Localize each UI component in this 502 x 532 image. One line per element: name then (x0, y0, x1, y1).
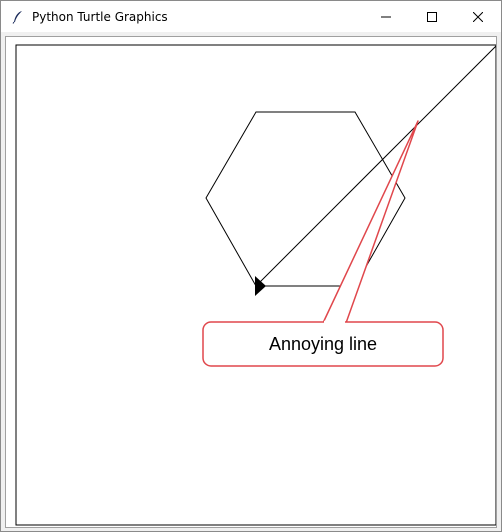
minimize-button[interactable] (363, 1, 409, 32)
turtle-window: Python Turtle Graphics Annoying line (0, 0, 502, 532)
minimize-icon (381, 7, 391, 26)
title-bar[interactable]: Python Turtle Graphics (1, 1, 501, 32)
close-icon (472, 7, 484, 26)
callout-label: Annoying line (268, 333, 378, 354)
callout-pointer (322, 120, 419, 324)
turtle-canvas-frame: Annoying line (5, 36, 497, 528)
feather-icon (10, 9, 26, 25)
hexagon-shape (205, 111, 406, 287)
turtle-cursor-icon (255, 276, 266, 296)
close-button[interactable] (455, 1, 501, 32)
maximize-icon (427, 7, 437, 26)
drawing-surface (15, 44, 496, 526)
turtle-canvas[interactable]: Annoying line (6, 37, 496, 527)
window-title: Python Turtle Graphics (32, 9, 168, 24)
maximize-button[interactable] (409, 1, 455, 32)
